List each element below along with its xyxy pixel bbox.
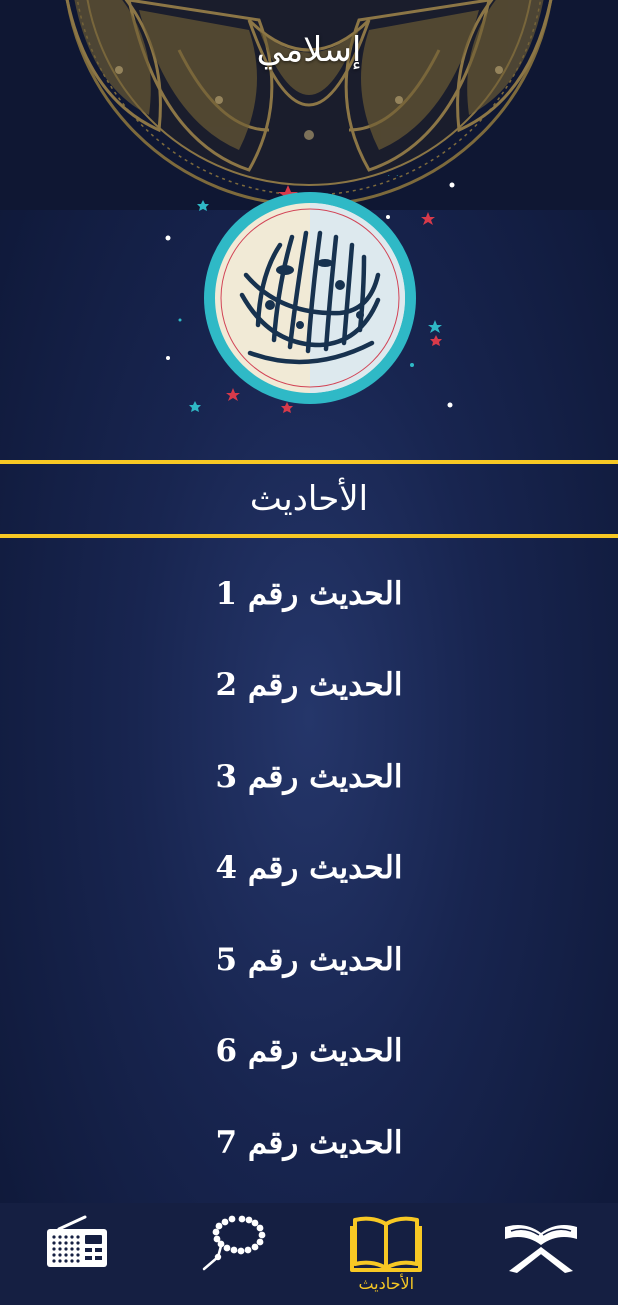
- tasbeeh-icon: [202, 1215, 266, 1271]
- hadith-list: الحديث رقم 1 الحديث رقم 2 الحديث رقم 3 ا…: [0, 548, 618, 1189]
- radio-icon: [47, 1215, 108, 1267]
- nav-radio[interactable]: [7, 1204, 147, 1304]
- book-icon: [350, 1216, 423, 1272]
- nav-tasbeeh[interactable]: [162, 1204, 302, 1304]
- hadith-item-6[interactable]: الحديث رقم 6: [0, 1006, 618, 1098]
- hadith-item-7[interactable]: الحديث رقم 7: [0, 1097, 618, 1189]
- hadith-item-2[interactable]: الحديث رقم 2: [0, 640, 618, 732]
- nav-quran[interactable]: [471, 1204, 611, 1304]
- bismillah-emblem: [150, 158, 470, 425]
- section-title: الأحاديث: [249, 479, 369, 519]
- nav-label-ahadith: الأحاديث: [358, 1274, 415, 1293]
- quran-icon: [504, 1225, 577, 1273]
- hadith-item-3[interactable]: الحديث رقم 3: [0, 731, 618, 823]
- bottom-nav: الأحاديث: [0, 1203, 618, 1305]
- section-header: الأحاديث: [0, 460, 618, 538]
- hadith-item-5[interactable]: الحديث رقم 5: [0, 914, 618, 1006]
- nav-ahadith[interactable]: الأحاديث: [316, 1204, 456, 1304]
- hadith-item-4[interactable]: الحديث رقم 4: [0, 823, 618, 915]
- app-title: إسلامي: [256, 30, 362, 70]
- hadith-item-1[interactable]: الحديث رقم 1: [0, 548, 618, 640]
